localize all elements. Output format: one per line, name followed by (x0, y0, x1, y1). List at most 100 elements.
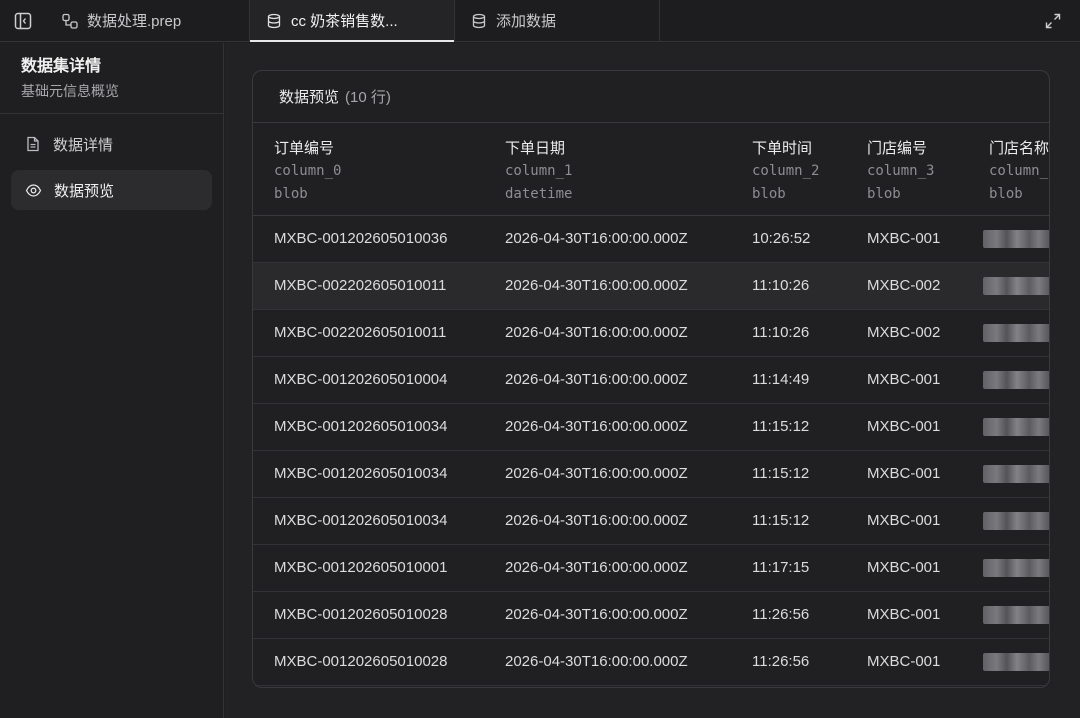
table-cell: 2026-04-30T16:00:00.000Z (505, 606, 688, 623)
column-header[interactable]: 订单编号 column_0blob (274, 137, 499, 206)
column-type: blob (752, 186, 786, 202)
table-cell: MXBC-001202605010001 (274, 559, 448, 576)
column-type: datetime (505, 186, 573, 202)
sidebar-item-preview[interactable]: 数据预览 (11, 170, 212, 210)
table-cell: MXBC-001202605010034 (274, 465, 448, 482)
tab-bar: 数据处理.prep cc 奶茶销售数... 添加数据 (0, 0, 1080, 42)
document-icon (27, 136, 39, 152)
table-row[interactable]: MXBC-001202605010028 2026-04-30T16:00:00.… (253, 639, 1049, 686)
table-cell: 11:10:26 (752, 324, 810, 341)
redacted-store-name (983, 606, 1049, 624)
preview-header: 数据预览 (10 行) (253, 71, 1049, 123)
table-cell: 11:26:56 (752, 653, 810, 670)
table-cell: 11:10:26 (752, 277, 810, 294)
table-cell: MXBC-001202605010034 (274, 418, 448, 435)
column-id: column_1 (505, 163, 573, 179)
table-cell: MXBC-001 (867, 418, 941, 435)
tab-prep[interactable]: 数据处理.prep (46, 0, 250, 41)
sidebar-item-label: 数据预览 (54, 182, 115, 200)
redacted-store-name (983, 277, 1049, 295)
redacted-store-name (983, 512, 1049, 530)
column-header[interactable]: 下单时间 column_2blob (752, 137, 862, 206)
table-cell: MXBC-001 (867, 371, 941, 388)
eye-icon (25, 183, 42, 197)
data-table[interactable]: 订单编号 column_0blob 下单日期 column_1 datetime 下单时间… (253, 123, 1050, 686)
sidebar: 数据集详情 基础元信息概览 数据详情 数据预览 (0, 43, 224, 718)
sidebar-subtitle: 基础元信息概览 (21, 83, 119, 99)
table-cell: 11:15:12 (752, 512, 810, 529)
table-cell: MXBC-001 (867, 512, 941, 529)
column-type: blob (989, 186, 1023, 202)
table-cell: MXBC-001202605010028 (274, 606, 448, 623)
tab-label: 添加数据 (496, 13, 557, 30)
table-row[interactable]: MXBC-001202605010036 2026-04-30T16:00:00.… (253, 216, 1049, 263)
column-id: column_ (989, 163, 1049, 179)
table-cell: MXBC-002202605010011 (274, 277, 447, 294)
table-row[interactable]: MXBC-001202605010001 2026-04-30T16:00:00.… (253, 545, 1049, 592)
table-cell: 2026-04-30T16:00:00.000Z (505, 418, 688, 435)
expand-button[interactable] (1026, 0, 1080, 41)
column-name: 门店名称 (989, 140, 1050, 157)
preview-card: 数据预览 (10 行) 订单编号 column_0 blob 下单日期 column_1… (252, 70, 1050, 688)
table-cell: 2026-04-30T16:00:00.000Z (505, 559, 688, 576)
column-header[interactable]: 门店编号 column_3blob (867, 137, 985, 206)
redacted-store-name (983, 230, 1049, 248)
redacted-store-name (983, 418, 1049, 436)
table-cell: 11:15:12 (752, 418, 810, 435)
table-row[interactable]: MXBC-001202605010034 2026-04-30T16:00:00.… (253, 451, 1049, 498)
column-type: blob (274, 186, 308, 202)
table-row[interactable]: MXBC-001202605010028 2026-04-30T16:00:00.… (253, 592, 1049, 639)
redacted-store-name (983, 653, 1049, 671)
sidebar-collapse-icon (14, 12, 32, 29)
column-name: 下单时间 (752, 140, 813, 157)
table-cell: 11:14:49 (752, 371, 810, 388)
tab-label: cc 奶茶销售数... (291, 13, 398, 30)
redacted-store-name (983, 371, 1049, 389)
sidebar-item-label: 数据详情 (53, 136, 114, 154)
sidebar-title: 数据集详情 (21, 58, 102, 75)
column-name: 下单日期 (505, 140, 566, 157)
table-cell: MXBC-001202605010036 (274, 230, 448, 247)
table-cell: 11:26:56 (752, 606, 810, 623)
database-icon (267, 13, 281, 28)
table-row[interactable]: MXBC-002202605010011 2026-04-30T16:00:00.… (253, 263, 1049, 310)
table-row[interactable]: MXBC-001202605010034 2026-04-30T16:00:00.… (253, 498, 1049, 545)
sidebar-nav: 数据详情 数据预览 (0, 114, 223, 226)
table-row[interactable]: MXBC-002202605010011 2026-04-30T16:00:00.… (253, 310, 1049, 357)
table-cell: MXBC-002 (867, 324, 941, 341)
sidebar-item-details[interactable]: 数据详情 (11, 124, 212, 164)
table-cell: 11:17:15 (752, 559, 810, 576)
table-cell: MXBC-001 (867, 653, 941, 670)
column-name: 门店编号 (867, 140, 928, 157)
column-id: column_3 (867, 163, 935, 179)
table-row[interactable]: MXBC-001202605010034 2026-04-30T16:00:00.… (253, 404, 1049, 451)
table-cell: MXBC-001202605010034 (274, 512, 448, 529)
table-row[interactable]: MXBC-001202605010004 2026-04-30T16:00:00.… (253, 357, 1049, 404)
redacted-store-name (983, 465, 1049, 483)
column-header[interactable]: 下单日期 column_1 datetime (505, 137, 745, 206)
column-header[interactable]: 门店名称 column_blob (989, 137, 1050, 206)
table-cell: MXBC-002202605010011 (274, 324, 447, 341)
tab-add-data[interactable]: 添加数据 (455, 0, 660, 41)
table-header: 订单编号 column_0blob 下单日期 column_1 datetime 下单时间… (253, 123, 1050, 216)
table-cell: 11:15:12 (752, 465, 810, 482)
column-id: column_0 (274, 163, 342, 179)
table-cell: 2026-04-30T16:00:00.000Z (505, 512, 688, 529)
tab-dataset[interactable]: cc 奶茶销售数... (250, 0, 455, 42)
column-id: column_2 (752, 163, 820, 179)
expand-icon (1045, 13, 1061, 28)
column-name: 订单编号 (274, 140, 335, 157)
table-cell: 2026-04-30T16:00:00.000Z (505, 371, 688, 388)
row-count: (10 行) (345, 89, 391, 106)
sidebar-toggle-button[interactable] (0, 0, 46, 41)
table-cell: MXBC-001202605010028 (274, 653, 448, 670)
table-cell: MXBC-001 (867, 465, 941, 482)
table-cell: MXBC-001 (867, 559, 941, 576)
column-type: blob (867, 186, 901, 202)
table-cell: MXBC-001202605010004 (274, 371, 448, 388)
tab-bar-spacer (660, 0, 1026, 41)
sidebar-header: 数据集详情 基础元信息概览 (0, 43, 223, 114)
main-panel: 数据预览 (10 行) 订单编号 column_0 blob 下单日期 column_1… (225, 43, 1080, 718)
table-cell: MXBC-001 (867, 606, 941, 623)
tab-label: 数据处理.prep (87, 13, 182, 30)
